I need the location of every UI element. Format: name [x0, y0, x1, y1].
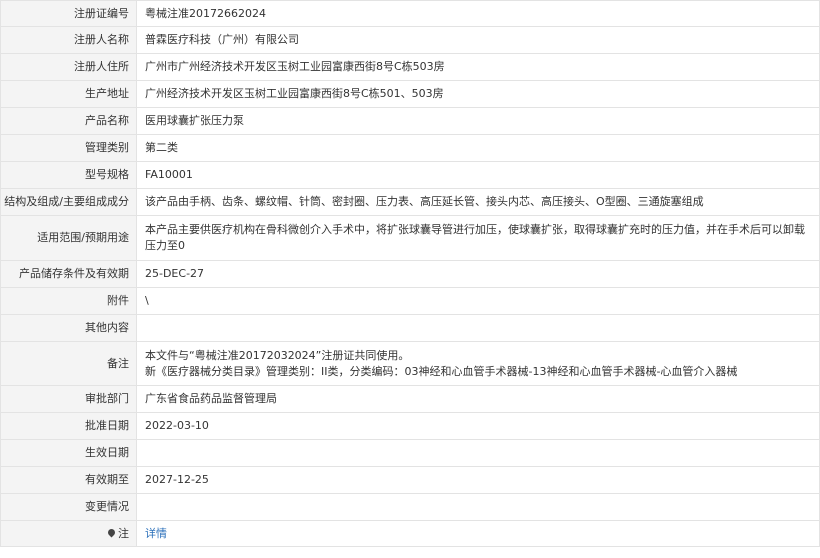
field-value: 2022-03-10 [136, 412, 820, 440]
remarks-value: 本文件与“粤械注准20172032024”注册证共同使用。 新《医疗器械分类目录… [136, 341, 820, 386]
table-row: 适用范围/预期用途 本产品主要供医疗机构在骨科微创介入手术中，将扩张球囊导管进行… [0, 215, 820, 261]
field-label: 其他内容 [0, 314, 137, 342]
field-label: 注册人名称 [0, 26, 137, 54]
field-value: 广东省食品药品监督管理局 [136, 385, 820, 413]
field-label: 产品名称 [0, 107, 137, 135]
remarks-line: 新《医疗器械分类目录》管理类别：II类，分类编码：03神经和心血管手术器械-13… [145, 364, 738, 378]
field-label: 变更情况 [0, 493, 137, 521]
field-label: 有效期至 [0, 466, 137, 494]
table-row: 注册证编号 粤械注准20172662024 [0, 0, 820, 27]
field-value [136, 493, 820, 521]
field-label: 批准日期 [0, 412, 137, 440]
table-row: 审批部门 广东省食品药品监督管理局 [0, 385, 820, 413]
field-label: 型号规格 [0, 161, 137, 189]
field-value: \ [136, 287, 820, 315]
field-label: 审批部门 [0, 385, 137, 413]
field-label: 附件 [0, 287, 137, 315]
table-row: 其他内容 [0, 314, 820, 342]
table-row: 注册人名称 普霖医疗科技（广州）有限公司 [0, 26, 820, 54]
table-row: 结构及组成/主要组成成分 该产品由手柄、齿条、螺纹帽、针筒、密封圈、压力表、高压… [0, 188, 820, 216]
field-label: 注册人住所 [0, 53, 137, 81]
field-value: 本产品主要供医疗机构在骨科微创介入手术中，将扩张球囊导管进行加压，使球囊扩张，取… [136, 215, 820, 261]
field-value: 粤械注准20172662024 [136, 0, 820, 27]
field-label: 产品储存条件及有效期 [0, 260, 137, 288]
field-value: 普霖医疗科技（广州）有限公司 [136, 26, 820, 54]
field-value: 25-DEC-27 [136, 260, 820, 288]
field-value: 医用球囊扩张压力泵 [136, 107, 820, 135]
field-label: 适用范围/预期用途 [0, 215, 137, 261]
registration-detail-table: 注册证编号 粤械注准20172662024 注册人名称 普霖医疗科技（广州）有限… [0, 0, 820, 547]
table-row: 生效日期 [0, 439, 820, 467]
table-row: 附件 \ [0, 287, 820, 315]
field-label: 备注 [0, 341, 137, 386]
table-row: 产品名称 医用球囊扩张压力泵 [0, 107, 820, 135]
field-label: 注册证编号 [0, 0, 137, 27]
field-value: 第二类 [136, 134, 820, 162]
details-link[interactable]: 详情 [145, 527, 167, 540]
field-label: 管理类别 [0, 134, 137, 162]
field-value: 广州市广州经济技术开发区玉树工业园富康西街8号C栋503房 [136, 53, 820, 81]
table-row: 批准日期 2022-03-10 [0, 412, 820, 440]
table-row: 有效期至 2027-12-25 [0, 466, 820, 494]
table-row: 产品储存条件及有效期 25-DEC-27 [0, 260, 820, 288]
field-label: 生效日期 [0, 439, 137, 467]
field-value [136, 314, 820, 342]
table-row: 注册人住所 广州市广州经济技术开发区玉树工业园富康西街8号C栋503房 [0, 53, 820, 81]
field-value: 详情 [136, 520, 820, 547]
table-row: 变更情况 [0, 493, 820, 521]
table-row: 注 详情 [0, 520, 820, 547]
table-row: 备注 本文件与“粤械注准20172032024”注册证共同使用。 新《医疗器械分… [0, 341, 820, 386]
table-row: 型号规格 FA10001 [0, 161, 820, 189]
remarks-line: 本文件与“粤械注准20172032024”注册证共同使用。 [145, 348, 410, 362]
field-label: 结构及组成/主要组成成分 [0, 188, 137, 216]
field-value: 该产品由手柄、齿条、螺纹帽、针筒、密封圈、压力表、高压延长管、接头内芯、高压接头… [136, 188, 820, 216]
table-row: 生产地址 广州经济技术开发区玉树工业园富康西街8号C栋501、503房 [0, 80, 820, 108]
note-label: 注 [118, 526, 129, 540]
field-label: 注 [0, 520, 137, 547]
table-row: 管理类别 第二类 [0, 134, 820, 162]
pin-icon [106, 527, 117, 537]
field-value: FA10001 [136, 161, 820, 189]
field-label: 生产地址 [0, 80, 137, 108]
field-value: 2027-12-25 [136, 466, 820, 494]
field-value: 广州经济技术开发区玉树工业园富康西街8号C栋501、503房 [136, 80, 820, 108]
field-value [136, 439, 820, 467]
